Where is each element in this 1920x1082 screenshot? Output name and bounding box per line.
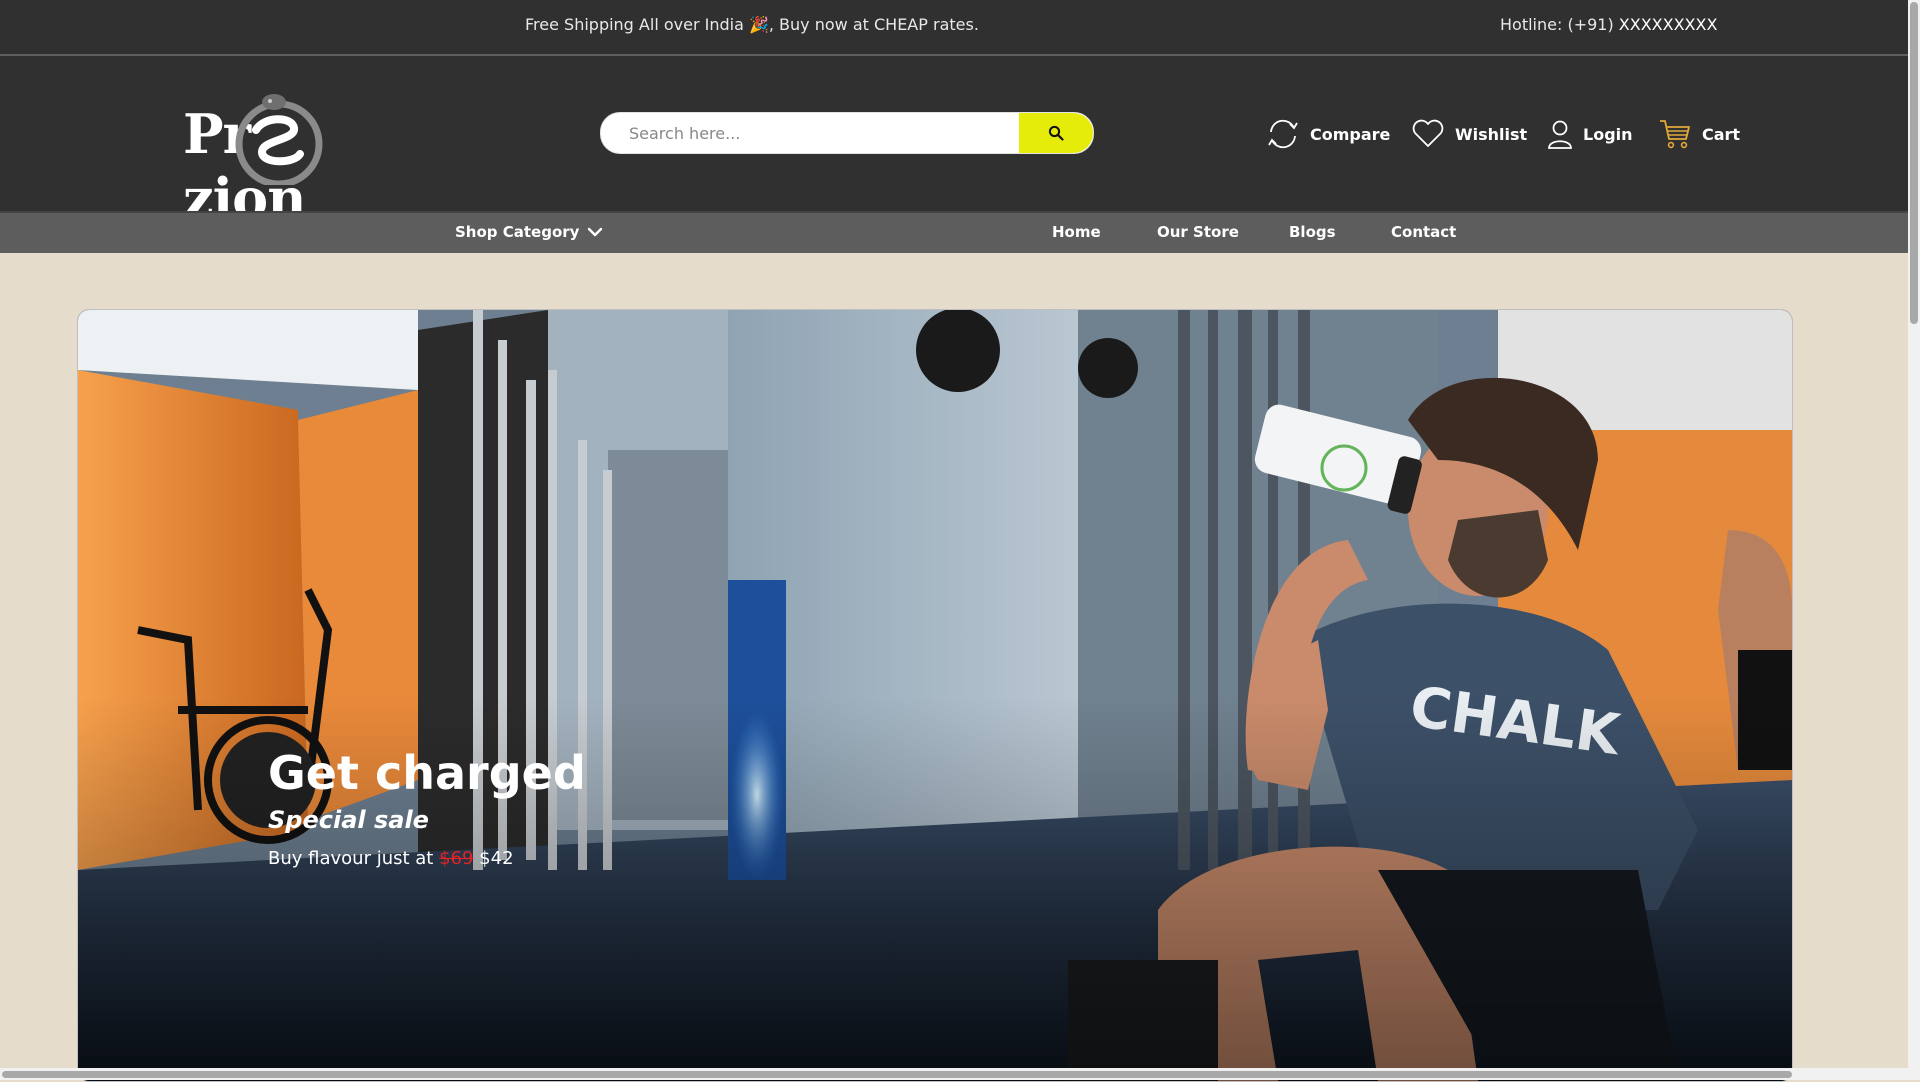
nav-item-blogs[interactable]: Blogs — [1289, 223, 1336, 241]
compare-link[interactable]: Compare — [1266, 116, 1390, 152]
announcement-bar: Free Shipping All over India 🎉, Buy now … — [0, 0, 1908, 56]
user-icon — [1548, 120, 1572, 149]
hero-title: Get charged — [268, 746, 586, 800]
hero-image: CHALK — [78, 310, 1792, 1081]
login-label: Login — [1583, 124, 1633, 144]
hotline-number[interactable]: XXXXXXXXX — [1619, 15, 1718, 34]
wishlist-link[interactable]: Wishlist — [1411, 116, 1527, 152]
old-price: $69 — [439, 848, 474, 869]
hotline: Hotline: (+91) XXXXXXXXX — [1500, 15, 1717, 34]
heart-icon — [1412, 119, 1444, 147]
search-icon — [1048, 125, 1064, 141]
nav-item-our-store[interactable]: Our Store — [1157, 223, 1239, 241]
main-nav: Shop Category Home Our Store Blogs Conta… — [0, 211, 1908, 253]
new-price: $42 — [479, 848, 514, 869]
logo-emblem-icon — [235, 94, 323, 185]
login-link[interactable]: Login — [1547, 116, 1633, 152]
hero-subtitle: Special sale — [268, 806, 429, 834]
site-header: Przion Compare Wishlist — [0, 56, 1908, 230]
shipping-text: Free Shipping All over India 🎉, Buy now … — [525, 15, 979, 34]
nav-item-home[interactable]: Home — [1052, 223, 1101, 241]
compare-label: Compare — [1310, 124, 1391, 144]
hero-price-line: Buy flavour just at $69 $42 — [268, 848, 586, 869]
vertical-scroll-thumb[interactable] — [1910, 2, 1918, 324]
shop-category-label: Shop Category — [455, 223, 580, 241]
compare-icon — [1268, 119, 1298, 149]
cart-link[interactable]: Cart — [1658, 116, 1740, 152]
site-logo[interactable]: Przion — [183, 90, 423, 230]
horizontal-scroll-thumb[interactable] — [2, 1071, 1792, 1078]
horizontal-scrollbar[interactable] — [0, 1068, 1908, 1080]
hotline-label: Hotline: (+91) — [1500, 15, 1619, 34]
shop-category-dropdown[interactable]: Shop Category — [455, 223, 603, 241]
cart-icon — [1660, 120, 1690, 149]
vertical-scrollbar[interactable] — [1908, 0, 1920, 1080]
chevron-down-icon — [588, 227, 603, 237]
hero-buy-prefix: Buy flavour just at — [268, 848, 440, 869]
hero-banner[interactable]: CHALK Get charged Special sale Buy flavo… — [77, 309, 1793, 1082]
search-bar — [600, 112, 1094, 154]
wishlist-label: Wishlist — [1455, 124, 1528, 144]
hero-text: Get charged Special sale Buy flavour jus… — [268, 746, 586, 869]
search-button[interactable] — [1019, 113, 1093, 153]
cart-label: Cart — [1702, 124, 1741, 144]
search-input[interactable] — [601, 113, 1049, 153]
nav-item-contact[interactable]: Contact — [1391, 223, 1456, 241]
